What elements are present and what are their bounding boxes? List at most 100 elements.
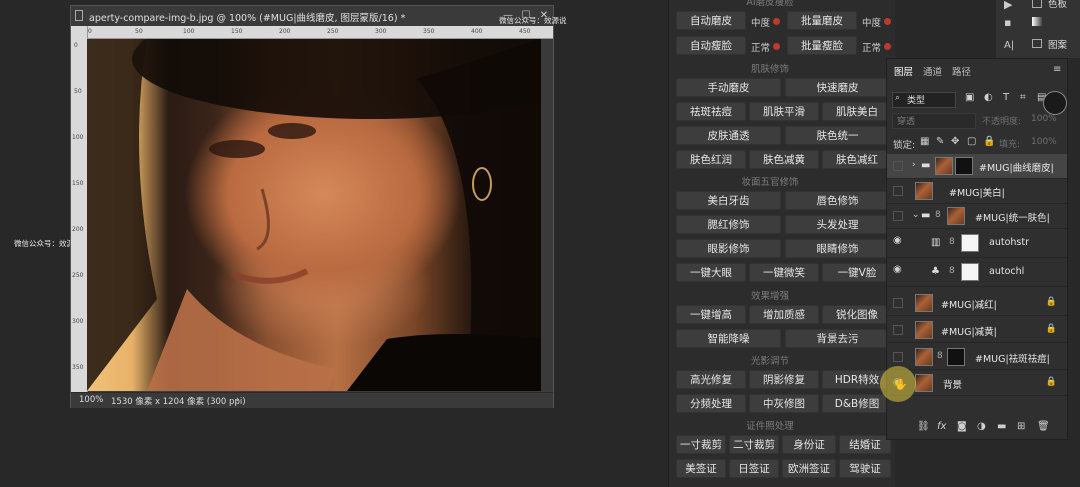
filter-shape-icon[interactable]: ⌗ xyxy=(1020,92,1026,103)
light-button-highlight[interactable]: 高光修复 xyxy=(676,370,746,389)
makeup-button-eyeshadow[interactable]: 眼影修饰 xyxy=(676,239,781,258)
tab-channels[interactable]: 通道 xyxy=(923,64,942,78)
add-mask-icon[interactable]: ◙ xyxy=(957,421,967,432)
makeup-button-teeth[interactable]: 美白牙齿 xyxy=(676,191,781,210)
document-window[interactable]: aperty-compare-img-b.jpg @ 100% (#MUG|曲线… xyxy=(70,5,554,408)
visibility-toggle[interactable] xyxy=(893,325,903,335)
link-layers-icon[interactable]: ⛓ xyxy=(917,421,930,432)
layer-row[interactable]: ◉ ♣ 8 autochl xyxy=(887,258,1067,287)
status-chevron-icon[interactable]: › xyxy=(236,395,239,405)
effect-button-taller[interactable]: 一键增高 xyxy=(676,305,746,324)
id-button-eu-visa[interactable]: 欧洲签证 xyxy=(782,459,836,478)
effect-button-denoise[interactable]: 智能降噪 xyxy=(676,329,781,348)
lock-transparent-icon[interactable]: ▦ xyxy=(920,136,929,147)
layer-row[interactable]: ⌄ ▬ 8 #MUG|统一肤色| xyxy=(887,204,1067,229)
makeup-button-v-face[interactable]: 一键V脸 xyxy=(822,263,892,282)
adjustment-layer-icon[interactable]: ◑ xyxy=(977,421,986,432)
id-button-2inch[interactable]: 二寸裁剪 xyxy=(729,435,779,454)
makeup-button-hair[interactable]: 头发处理 xyxy=(785,215,890,234)
batch-slim-button[interactable]: 批量瘦脸 xyxy=(787,36,857,55)
light-button-frequency[interactable]: 分频处理 xyxy=(676,394,746,413)
layer-mask-thumbnail[interactable] xyxy=(961,234,979,252)
visibility-toggle[interactable] xyxy=(893,161,903,171)
zoom-level[interactable]: 100% xyxy=(79,395,103,405)
filter-pixel-icon[interactable]: ▣ xyxy=(965,92,974,103)
auto-slim-button[interactable]: 自动瘦脸 xyxy=(676,36,746,55)
makeup-button-big-eyes[interactable]: 一键大眼 xyxy=(676,263,746,282)
auto-slim-mode[interactable]: 正常 xyxy=(751,40,770,54)
makeup-button-blush[interactable]: 腮红修饰 xyxy=(676,215,781,234)
id-button-jp-visa[interactable]: 日签证 xyxy=(729,459,779,478)
vertical-scrollbar[interactable] xyxy=(541,39,552,391)
skin-button-quick-smooth[interactable]: 快速磨皮 xyxy=(785,78,890,97)
plugin-logo-icon[interactable] xyxy=(1043,91,1067,115)
play-icon[interactable]: ▶ xyxy=(1004,0,1012,11)
tab-paths[interactable]: 路径 xyxy=(952,64,971,78)
fx-icon[interactable]: fx xyxy=(937,421,946,432)
visibility-toggle[interactable] xyxy=(893,211,903,221)
effect-button-texture[interactable]: 增加质感 xyxy=(749,305,819,324)
layer-mask-thumbnail[interactable] xyxy=(961,263,979,281)
skin-button-blemish[interactable]: 祛斑祛痘 xyxy=(676,102,746,121)
patterns-label[interactable]: 图案 xyxy=(1048,37,1067,51)
fill-value[interactable]: 100% xyxy=(1031,137,1057,147)
skin-button-reduce-red[interactable]: 肤色减红 xyxy=(822,150,892,169)
lock-brush-icon[interactable]: ✎ xyxy=(936,136,944,147)
id-button-us-visa[interactable]: 美签证 xyxy=(676,459,726,478)
skin-button-smooth[interactable]: 肌肤平滑 xyxy=(749,102,819,121)
layer-row[interactable]: #MUG|减黄| 🔒 xyxy=(887,318,1067,343)
light-button-midgray[interactable]: 中灰修图 xyxy=(749,394,819,413)
visibility-toggle[interactable] xyxy=(893,298,903,308)
blend-mode-select[interactable]: 穿透 xyxy=(892,113,976,129)
skin-button-rosy[interactable]: 肤色红润 xyxy=(676,150,746,169)
lock-artboard-icon[interactable]: ▢ xyxy=(967,136,976,147)
lock-move-icon[interactable]: ✥ xyxy=(951,136,959,147)
char-icon[interactable]: A| xyxy=(1004,40,1014,51)
skin-button-whiten[interactable]: 肌肤美白 xyxy=(822,102,892,121)
skin-button-manual-smooth[interactable]: 手动磨皮 xyxy=(676,78,781,97)
image-canvas[interactable] xyxy=(87,39,541,391)
swatches-icon[interactable] xyxy=(1032,0,1042,8)
tab-layers[interactable]: 图层 xyxy=(894,64,913,78)
expand-chevron-icon[interactable]: › xyxy=(912,160,916,170)
skin-button-reduce-yellow[interactable]: 肤色减黄 xyxy=(749,150,819,169)
visibility-toggle[interactable] xyxy=(893,352,903,362)
auto-smooth-mode[interactable]: 中度 xyxy=(751,15,770,29)
layer-mask-thumbnail[interactable] xyxy=(955,157,973,175)
layer-row[interactable]: #MUG|减红| 🔒 xyxy=(887,291,1067,316)
layer-filter-select[interactable]: ⌕ 类型 xyxy=(892,92,956,108)
collapse-chevron-icon[interactable]: ⌄ xyxy=(912,210,920,220)
light-button-dodge-burn[interactable]: D&B修图 xyxy=(822,394,892,413)
lock-all-icon[interactable]: 🔒 xyxy=(983,136,995,147)
comment-icon[interactable]: ▪ xyxy=(1004,16,1011,29)
makeup-button-lips[interactable]: 唇色修饰 xyxy=(785,191,890,210)
layer-mask-thumbnail[interactable] xyxy=(947,348,965,366)
layer-row[interactable]: 8 #MUG|祛斑祛痘| xyxy=(887,345,1067,370)
makeup-button-smile[interactable]: 一键微笑 xyxy=(749,263,819,282)
layer-row[interactable]: ◉ ▥ 8 autohstr xyxy=(887,229,1067,258)
light-button-shadow[interactable]: 阴影修复 xyxy=(749,370,819,389)
new-group-icon[interactable]: ▬ xyxy=(997,421,1006,432)
id-button-marriage[interactable]: 结婚证 xyxy=(839,435,891,454)
skin-button-unify[interactable]: 肤色统一 xyxy=(785,126,890,145)
layer-row[interactable]: › ▬ #MUG|曲线磨皮| xyxy=(887,154,1067,179)
visibility-toggle[interactable] xyxy=(893,186,903,196)
patterns-icon[interactable] xyxy=(1032,39,1042,48)
new-layer-icon[interactable]: ⊞ xyxy=(1017,421,1025,432)
id-button-1inch[interactable]: 一寸裁剪 xyxy=(676,435,726,454)
layer-row[interactable]: #MUG|美白| xyxy=(887,179,1067,204)
id-button-driver[interactable]: 驾驶证 xyxy=(839,459,891,478)
id-button-idcard[interactable]: 身份证 xyxy=(782,435,836,454)
swatches-label[interactable]: 色板 xyxy=(1048,0,1067,10)
batch-slim-mode[interactable]: 正常 xyxy=(862,40,881,54)
skin-button-translucent[interactable]: 皮肤通透 xyxy=(676,126,781,145)
eye-icon[interactable]: ◉ xyxy=(893,235,902,246)
batch-smooth-button[interactable]: 批量磨皮 xyxy=(787,11,857,30)
eye-icon[interactable]: ◉ xyxy=(893,264,902,275)
makeup-button-eyes[interactable]: 眼睛修饰 xyxy=(785,239,890,258)
opacity-value[interactable]: 100% xyxy=(1031,114,1057,124)
auto-smooth-button[interactable]: 自动磨皮 xyxy=(676,11,746,30)
filter-adjust-icon[interactable]: ◐ xyxy=(984,92,993,103)
gradient-icon[interactable] xyxy=(1032,17,1042,26)
delete-layer-icon[interactable]: 🗑 xyxy=(1037,421,1050,432)
